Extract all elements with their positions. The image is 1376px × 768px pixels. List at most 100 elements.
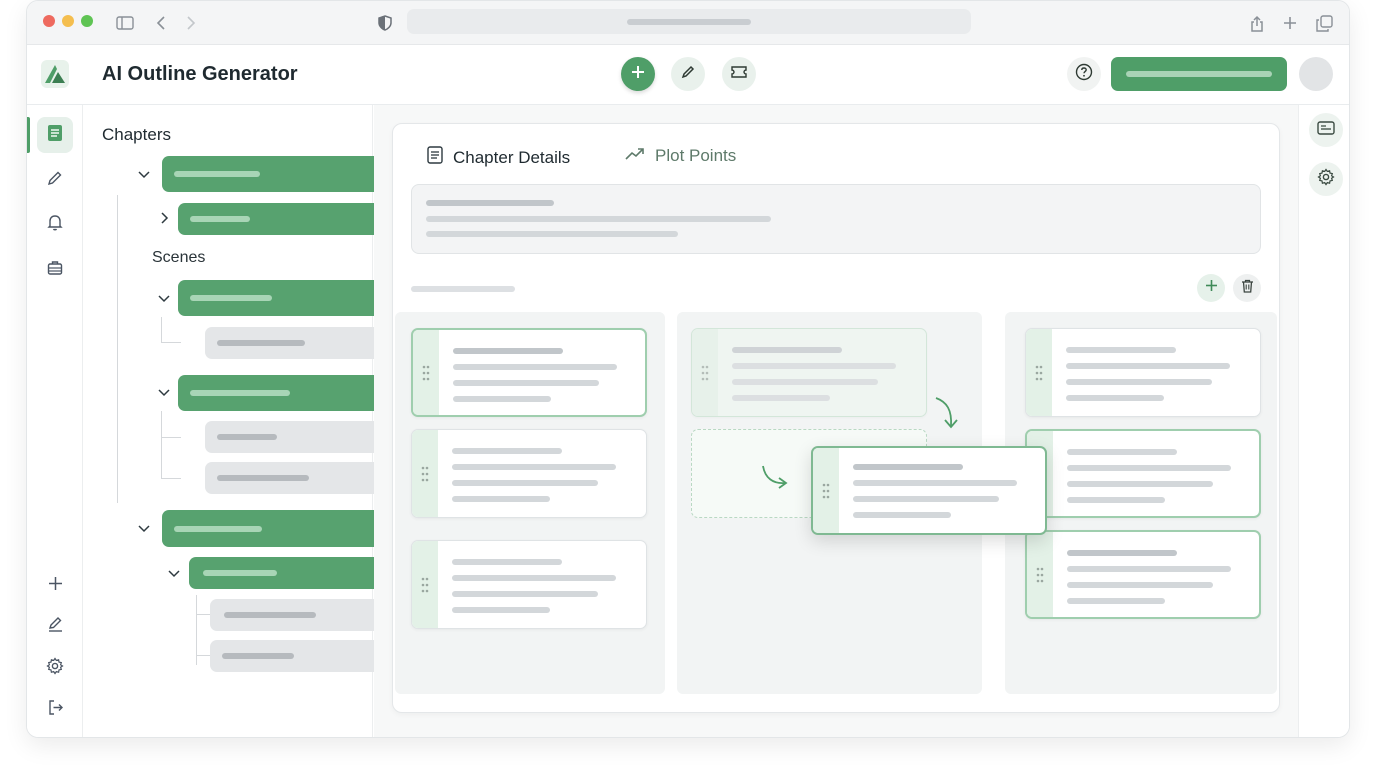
settings-button[interactable] <box>1309 162 1343 196</box>
rail-item-settings[interactable] <box>37 650 73 686</box>
address-bar[interactable] <box>407 9 971 34</box>
rail-item-notifications[interactable] <box>37 207 73 243</box>
ticket-button[interactable] <box>722 57 756 91</box>
ticket-icon <box>730 65 748 84</box>
chapter-summary-field[interactable] <box>411 184 1261 254</box>
tab-chapter-details[interactable]: Chapter Details <box>427 146 570 169</box>
close-window-button[interactable] <box>43 15 55 27</box>
avatar[interactable] <box>1299 57 1333 91</box>
app-header: AI Outline Generator <box>27 45 1349 105</box>
rail-item-outline[interactable] <box>37 117 73 153</box>
curved-arrow-icon <box>761 464 791 495</box>
drag-handle-icon[interactable] <box>412 541 438 628</box>
id-card-icon <box>1317 120 1335 140</box>
document-icon <box>427 146 443 169</box>
curved-arrow-down-icon <box>933 396 961 435</box>
drag-handle-icon[interactable] <box>1027 532 1053 617</box>
rail-item-add[interactable] <box>37 568 73 604</box>
scene-card[interactable] <box>411 429 647 518</box>
drag-handle-icon[interactable] <box>413 330 439 415</box>
scene-group-item[interactable] <box>178 280 385 316</box>
shield-icon <box>373 11 397 35</box>
add-button[interactable] <box>621 57 655 91</box>
back-icon[interactable] <box>149 11 173 35</box>
chevron-down-icon[interactable] <box>157 385 171 399</box>
scene-item[interactable] <box>205 421 385 453</box>
chevron-down-icon[interactable] <box>167 566 181 580</box>
scene-card[interactable] <box>1025 328 1261 417</box>
app-title: AI Outline Generator <box>102 63 298 85</box>
drag-handle-icon[interactable] <box>412 430 438 517</box>
gear-icon <box>46 656 64 680</box>
briefcase-icon <box>47 260 63 281</box>
chapter-item[interactable] <box>178 203 385 235</box>
section-heading <box>411 286 515 292</box>
delete-button[interactable] <box>1233 274 1261 302</box>
scene-card[interactable] <box>1025 530 1261 619</box>
minimize-window-button[interactable] <box>62 15 74 27</box>
logout-icon <box>47 699 64 721</box>
scene-item[interactable] <box>210 599 385 631</box>
gear-icon <box>1317 167 1335 191</box>
right-toolbar <box>1298 105 1349 737</box>
rail-item-projects[interactable] <box>37 252 73 288</box>
dragging-scene-card[interactable] <box>811 446 1047 535</box>
details-panel-button[interactable] <box>1309 113 1343 147</box>
new-tab-icon[interactable] <box>1278 11 1302 35</box>
plus-icon <box>48 576 63 596</box>
tab-plot-points[interactable]: Plot Points <box>625 146 736 166</box>
tab-label: Plot Points <box>655 146 737 165</box>
help-icon <box>1075 63 1093 86</box>
browser-window: AI Outline Generator Chapters Scenes Cha… <box>26 0 1350 738</box>
maximize-window-button[interactable] <box>81 15 93 27</box>
scene-card[interactable] <box>1025 429 1261 518</box>
forward-icon[interactable] <box>179 11 203 35</box>
rail-item-write[interactable] <box>37 162 73 198</box>
chapter-details-card: Chapter Details Plot Points <box>392 123 1280 713</box>
scene-card-ghost <box>691 328 927 417</box>
edit-button[interactable] <box>671 57 705 91</box>
app-logo-icon <box>41 60 69 88</box>
rail-item-logout[interactable] <box>37 692 73 728</box>
primary-action-button[interactable] <box>1111 57 1287 91</box>
trash-icon <box>1241 279 1254 298</box>
chevron-down-icon[interactable] <box>157 291 171 305</box>
tabs-overview-icon[interactable] <box>1312 11 1336 35</box>
scene-item[interactable] <box>210 640 385 672</box>
chapter-item[interactable] <box>162 156 385 192</box>
drag-handle-icon[interactable] <box>813 448 839 533</box>
document-icon <box>47 124 63 147</box>
scene-group-item[interactable] <box>178 375 385 411</box>
tab-label: Chapter Details <box>453 147 571 167</box>
chevron-down-icon[interactable] <box>137 521 151 535</box>
drag-handle-icon <box>692 329 718 416</box>
drag-handle-icon[interactable] <box>1026 329 1052 416</box>
plus-icon <box>1205 279 1218 297</box>
chevron-down-icon[interactable] <box>137 167 151 181</box>
chapter-item[interactable] <box>162 510 385 547</box>
bell-icon <box>47 214 63 236</box>
board-column <box>395 312 665 694</box>
chevron-right-icon[interactable] <box>157 211 171 225</box>
scene-group-item[interactable] <box>189 557 385 589</box>
pencil-icon <box>47 170 63 191</box>
add-scene-button[interactable] <box>1197 274 1225 302</box>
plus-icon <box>630 64 646 85</box>
active-indicator <box>27 117 30 153</box>
chapters-title: Chapters <box>102 125 171 144</box>
edit-icon <box>47 616 64 638</box>
trend-icon <box>625 146 645 166</box>
rail-item-edit[interactable] <box>37 609 73 645</box>
scenes-label: Scenes <box>152 249 206 266</box>
main-content: Chapter Details Plot Points <box>374 105 1298 737</box>
help-button[interactable] <box>1067 57 1101 91</box>
sidebar-toggle-icon[interactable] <box>113 11 137 35</box>
chapters-panel: Chapters Scenes <box>84 105 385 737</box>
browser-toolbar <box>27 1 1349 45</box>
pencil-icon <box>680 64 696 85</box>
share-icon[interactable] <box>1245 11 1269 35</box>
scene-item[interactable] <box>205 327 385 359</box>
scene-card[interactable] <box>411 328 647 417</box>
scene-card[interactable] <box>411 540 647 629</box>
scene-item[interactable] <box>205 462 385 494</box>
